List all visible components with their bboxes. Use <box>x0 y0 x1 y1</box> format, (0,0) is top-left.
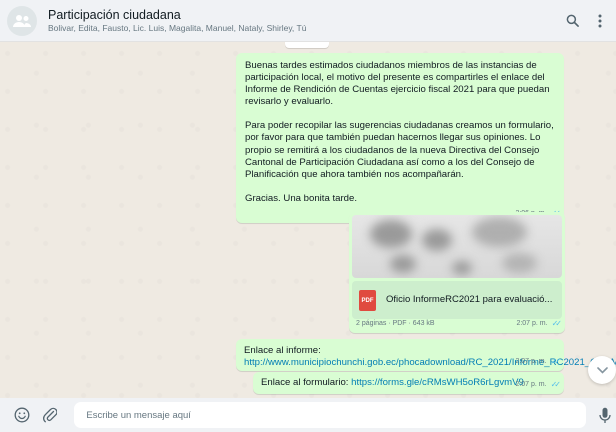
document-name: Oficio InformeRC2021 para evaluació... <box>386 293 553 305</box>
message-time: 2:07 p. m. <box>515 357 547 365</box>
document-file[interactable]: PDF Oficio InformeRC2021 para evaluació.… <box>352 281 562 319</box>
mic-icon <box>599 407 611 423</box>
document-preview[interactable] <box>352 215 562 278</box>
search-button[interactable] <box>560 9 584 33</box>
chat-title: Participación ciudadana <box>48 7 181 22</box>
message-bubble[interactable]: Enlace al formulario: https://forms.gle/… <box>253 372 564 394</box>
message-paragraph: Buenas tardes estimados ciudadanos miemb… <box>245 60 550 108</box>
message-meta: 2:07 p. m. ✓✓ <box>515 356 562 368</box>
message-list[interactable]: Buenas tardes estimados ciudadanos miemb… <box>0 42 616 398</box>
read-ticks-icon: ✓✓ <box>551 318 563 328</box>
message-paragraph: Para poder recopilar las sugerencias ciu… <box>245 120 554 180</box>
message-meta: 2:07 p. m. ✓✓ <box>515 379 562 391</box>
message-time: 2:07 p. m. <box>515 380 547 388</box>
composer-bar <box>0 398 616 432</box>
document-info: 2 páginas · PDF · 643 kB <box>356 319 435 327</box>
emoji-button[interactable] <box>11 404 33 426</box>
voice-message-button[interactable] <box>594 404 616 426</box>
search-icon <box>566 14 579 27</box>
chat-members: Bolivar, Edita, Fausto, Lic. Luis, Magal… <box>48 22 307 33</box>
scroll-to-bottom-button[interactable] <box>588 356 616 384</box>
menu-icon <box>598 14 602 27</box>
read-ticks-icon: ✓✓ <box>550 379 562 389</box>
pdf-file-icon: PDF <box>359 289 376 311</box>
attach-button[interactable] <box>39 404 61 426</box>
report-link[interactable]: http://www.municipiochunchi.gob.ec/phoca… <box>244 357 616 368</box>
link-prefix: Enlace al formulario: <box>261 377 349 388</box>
message-bubble[interactable]: Enlace al informe: http://www.municipioc… <box>236 339 616 371</box>
attach-icon <box>42 407 57 423</box>
menu-button[interactable] <box>588 9 612 33</box>
date-divider <box>285 42 329 48</box>
group-avatar-icon <box>13 14 31 27</box>
chevron-down-icon <box>596 366 608 374</box>
message-meta: 2:07 p. m. ✓✓ <box>516 318 563 330</box>
chat-titles[interactable]: Participación ciudadana Bolivar, Edita, … <box>48 8 560 34</box>
link-prefix: Enlace al informe: <box>244 345 321 356</box>
message-time: 2:07 p. m. <box>516 319 548 327</box>
form-link[interactable]: https://forms.gle/cRMsWH5oR6rLgvmV9 <box>351 377 524 388</box>
document-message[interactable]: PDF Oficio InformeRC2021 para evaluació.… <box>349 212 565 333</box>
message-input[interactable] <box>74 402 587 428</box>
chat-header[interactable]: Participación ciudadana Bolivar, Edita, … <box>0 0 616 42</box>
message-paragraph: Gracias. Una bonita tarde. <box>245 192 357 204</box>
read-ticks-icon: ✓✓ <box>550 356 562 366</box>
message-bubble[interactable]: Buenas tardes estimados ciudadanos miemb… <box>236 53 564 223</box>
emoji-icon <box>14 407 30 423</box>
file-type: PDF <box>361 298 374 305</box>
group-avatar[interactable] <box>7 5 37 36</box>
